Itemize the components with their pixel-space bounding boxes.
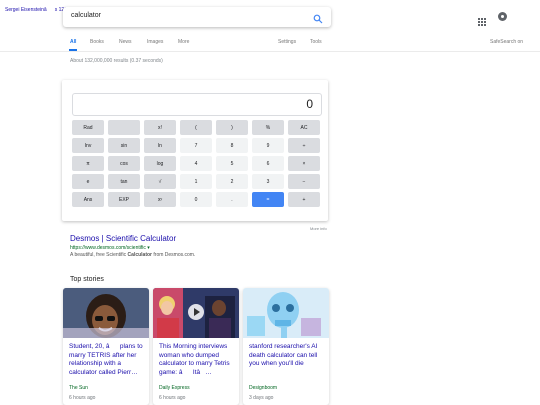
story-headline[interactable]: stanford researcher's AI death calculato…	[249, 343, 325, 369]
decimal-key[interactable]: .	[216, 192, 248, 207]
close-paren-key[interactable]: )	[216, 120, 248, 135]
result-title-link[interactable]: Desmos | Scientific Calculator	[70, 234, 176, 243]
e-key[interactable]: e	[72, 174, 104, 189]
exp-key[interactable]: EXP	[108, 192, 140, 207]
digit-2-key[interactable]: 2	[216, 174, 248, 189]
digit-4-key[interactable]: 4	[180, 156, 212, 171]
digit-1-key[interactable]: 1	[180, 174, 212, 189]
divide-key[interactable]: ÷	[288, 138, 320, 153]
story-time: 3 days ago	[249, 395, 274, 401]
result-url-dropdown-icon[interactable]: ▾	[147, 245, 150, 251]
percent-key[interactable]: %	[252, 120, 284, 135]
digit-5-key[interactable]: 5	[216, 156, 248, 171]
ans-key[interactable]: Ans	[72, 192, 104, 207]
pi-key[interactable]: π	[72, 156, 104, 171]
digit-0-key[interactable]: 0	[180, 192, 212, 207]
calculator-widget: 0 Rad x! ()% AC Inv sin ln 7 8 9 ÷ π cos log 4 5 6 × e tan √…	[62, 80, 328, 221]
tab-more[interactable]: More	[178, 39, 189, 45]
story-image[interactable]	[243, 288, 329, 338]
ln-key[interactable]: ln	[144, 138, 176, 153]
search-icon[interactable]	[313, 11, 323, 29]
rad-key[interactable]: Rad	[72, 120, 104, 135]
tab-news[interactable]: News	[119, 39, 132, 45]
tab-all[interactable]: All	[68, 39, 78, 51]
inv-key[interactable]: Inv	[72, 138, 104, 153]
result-stats: About 132,000,000 results (0.37 seconds)	[70, 58, 163, 64]
story-source: The Sun	[69, 385, 88, 391]
log-key[interactable]: log	[144, 156, 176, 171]
story-card[interactable]: stanford researcher's AI death calculato…	[243, 288, 329, 405]
digit-3-key[interactable]: 3	[252, 174, 284, 189]
power-key[interactable]: xʸ	[144, 192, 176, 207]
top-stories-heading: Top stories	[70, 276, 104, 283]
digit-8-key[interactable]: 8	[216, 138, 248, 153]
story-source: Designboom	[249, 385, 278, 391]
result-url[interactable]: https://www.desmos.com/scientific ▾	[70, 245, 150, 251]
story-headline[interactable]: This Morning interviews woman who dumped…	[159, 343, 235, 377]
minus-key[interactable]: −	[288, 174, 320, 189]
sqrt-key[interactable]: √	[144, 174, 176, 189]
calculator-display: 0	[72, 93, 322, 116]
story-headline[interactable]: Student, 20, âplans to marry TETRIS af…	[69, 343, 145, 377]
result-snippet: A beautiful, free Scientific Calculator …	[70, 252, 195, 258]
digit-6-key[interactable]: 6	[252, 156, 284, 171]
search-box[interactable]: calculator	[63, 7, 331, 27]
sin-key[interactable]: sin	[108, 138, 140, 153]
snippet-text: A beautiful, free Scientific	[70, 252, 128, 258]
story-time: 6 hours ago	[159, 395, 186, 401]
story-card[interactable]: This Morning interviews woman who dumped…	[153, 288, 239, 405]
search-tabs: All Books News Images More Settings Tool…	[0, 39, 540, 52]
settings-link[interactable]: Settings	[278, 39, 296, 45]
open-paren-key[interactable]: (	[180, 120, 212, 135]
snippet-text-end: from Desmos.com.	[152, 252, 196, 258]
snippet-bold: Calculator	[127, 252, 152, 258]
digit-7-key[interactable]: 7	[180, 138, 212, 153]
story-card[interactable]: Student, 20, âplans to marry TETRIS af…	[63, 288, 149, 405]
equals-key[interactable]: =	[252, 192, 284, 207]
story-source: Daily Express	[159, 385, 190, 391]
deg-key[interactable]	[108, 120, 140, 135]
story-time: 6 hours ago	[69, 395, 96, 401]
calculator-display-value: 0	[306, 97, 313, 111]
tan-key[interactable]: tan	[108, 174, 140, 189]
search-input[interactable]: calculator	[71, 12, 101, 19]
story-image[interactable]	[63, 288, 149, 338]
multiply-key[interactable]: ×	[288, 156, 320, 171]
result-url-text[interactable]: https://www.desmos.com/scientific	[70, 245, 146, 251]
more-info-link[interactable]: More info	[310, 226, 327, 231]
plus-key[interactable]: +	[288, 192, 320, 207]
account-avatar[interactable]	[498, 12, 507, 21]
factorial-key[interactable]: x!	[144, 120, 176, 135]
digit-9-key[interactable]: 9	[252, 138, 284, 153]
story-image[interactable]	[153, 288, 239, 338]
apps-grid-icon[interactable]	[478, 13, 486, 31]
safesearch-status[interactable]: SafeSearch on	[490, 39, 523, 45]
cos-key[interactable]: cos	[108, 156, 140, 171]
tab-images[interactable]: Images	[147, 39, 163, 45]
tools-link[interactable]: Tools	[310, 39, 322, 45]
clear-key[interactable]: AC	[288, 120, 320, 135]
tab-books[interactable]: Books	[90, 39, 104, 45]
